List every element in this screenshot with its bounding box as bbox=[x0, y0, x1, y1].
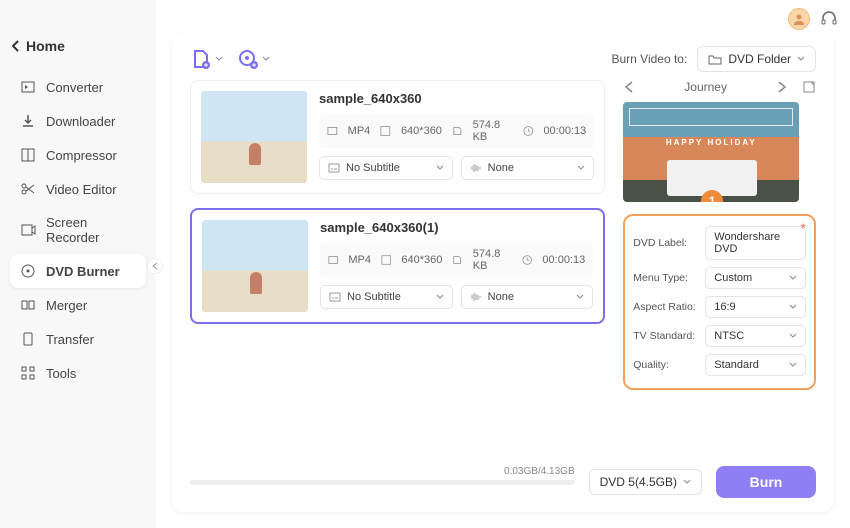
folder-icon bbox=[708, 52, 722, 66]
file-name: sample_640x360(1) bbox=[320, 220, 593, 235]
clock-icon bbox=[523, 125, 534, 137]
template-name: Journey bbox=[684, 80, 727, 94]
format-icon bbox=[327, 125, 338, 137]
chevron-down-icon bbox=[789, 274, 797, 282]
chevron-down-icon bbox=[577, 164, 585, 172]
burn-to-label: Burn Video to: bbox=[611, 52, 687, 66]
audio-select[interactable]: None bbox=[461, 285, 594, 309]
file-thumbnail bbox=[202, 220, 308, 312]
user-avatar[interactable] bbox=[788, 8, 810, 30]
disc-icon bbox=[20, 263, 36, 279]
disc-type-select[interactable]: DVD 5(4.5GB) bbox=[589, 469, 702, 495]
menu-type-label: Menu Type: bbox=[633, 272, 699, 284]
sidebar-collapse-button[interactable] bbox=[147, 258, 163, 274]
sidebar-item-dvd-burner[interactable]: DVD Burner bbox=[10, 254, 146, 288]
chevron-down-icon bbox=[789, 361, 797, 369]
chevron-down-icon bbox=[436, 293, 444, 301]
chevron-down-icon bbox=[683, 478, 691, 486]
file-name: sample_640x360 bbox=[319, 91, 594, 106]
burn-button[interactable]: Burn bbox=[716, 466, 816, 498]
capacity-bar: 0.03GB/4.13GB bbox=[190, 480, 575, 485]
converter-icon bbox=[20, 79, 36, 95]
next-template-button[interactable] bbox=[774, 80, 788, 94]
template-preview[interactable]: HAPPY HOLIDAY 1 bbox=[623, 102, 799, 202]
audio-icon bbox=[470, 291, 482, 303]
sidebar-item-label: Screen Recorder bbox=[46, 215, 136, 245]
format-icon bbox=[328, 254, 338, 266]
sidebar-item-converter[interactable]: Converter bbox=[10, 70, 146, 104]
sidebar-item-compressor[interactable]: Compressor bbox=[10, 138, 146, 172]
clock-icon bbox=[522, 254, 532, 266]
dvd-settings: DVD Label: Wondershare DVD Menu Type: Cust… bbox=[623, 214, 816, 390]
edit-template-button[interactable] bbox=[802, 80, 816, 94]
sidebar-item-label: DVD Burner bbox=[46, 264, 120, 279]
sidebar-item-label: Tools bbox=[46, 366, 76, 381]
sidebar-item-downloader[interactable]: Downloader bbox=[10, 104, 146, 138]
sidebar: Home Converter Downloader Compressor Vid… bbox=[0, 0, 156, 528]
menu-type-select[interactable]: Custom bbox=[705, 267, 806, 289]
home-label: Home bbox=[26, 38, 65, 54]
filesize-icon bbox=[452, 125, 463, 137]
dvd-label-label: DVD Label: bbox=[633, 237, 699, 249]
home-back-button[interactable]: Home bbox=[0, 30, 156, 62]
transfer-icon bbox=[20, 331, 36, 347]
audio-icon bbox=[470, 162, 482, 174]
chevron-down-icon bbox=[215, 55, 223, 63]
subtitle-select[interactable]: No Subtitle bbox=[319, 156, 453, 180]
aspect-ratio-select[interactable]: 16:9 bbox=[705, 296, 806, 318]
prev-template-button[interactable] bbox=[623, 80, 637, 94]
file-card[interactable]: sample_640x360(1) MP4 640*360 574.8 KB 0… bbox=[190, 208, 605, 324]
merge-icon bbox=[20, 297, 36, 313]
chevron-down-icon bbox=[789, 303, 797, 311]
dvd-label-input[interactable]: Wondershare DVD bbox=[705, 226, 806, 260]
sidebar-item-screen-recorder[interactable]: Screen Recorder bbox=[10, 206, 146, 254]
support-icon[interactable] bbox=[820, 10, 838, 28]
scissors-icon bbox=[20, 181, 36, 197]
capacity-text: 0.03GB/4.13GB bbox=[504, 466, 575, 477]
subtitle-icon bbox=[328, 162, 340, 174]
audio-select[interactable]: None bbox=[461, 156, 595, 180]
file-list: sample_640x360 MP4 640*360 574.8 KB 00:0… bbox=[190, 80, 605, 390]
template-preview-text: HAPPY HOLIDAY bbox=[623, 138, 799, 147]
subtitle-icon bbox=[329, 291, 341, 303]
main-panel: Burn Video to: DVD Folder sample_640x360… bbox=[172, 34, 834, 512]
add-file-button[interactable] bbox=[190, 48, 223, 70]
burn-target-select[interactable]: DVD Folder bbox=[697, 46, 816, 72]
tv-standard-select[interactable]: NTSC bbox=[705, 325, 806, 347]
sidebar-item-label: Converter bbox=[46, 80, 103, 95]
filesize-icon bbox=[452, 254, 462, 266]
file-meta: MP4 640*360 574.8 KB 00:00:13 bbox=[320, 243, 593, 277]
quality-select[interactable]: Standard bbox=[705, 354, 806, 376]
tv-standard-label: TV Standard: bbox=[633, 330, 699, 342]
file-meta: MP4 640*360 574.8 KB 00:00:13 bbox=[319, 114, 594, 148]
file-thumbnail bbox=[201, 91, 307, 183]
quality-label: Quality: bbox=[633, 359, 699, 371]
sidebar-item-transfer[interactable]: Transfer bbox=[10, 322, 146, 356]
subtitle-select[interactable]: No Subtitle bbox=[320, 285, 453, 309]
aspect-ratio-label: Aspect Ratio: bbox=[633, 301, 699, 313]
sidebar-item-label: Video Editor bbox=[46, 182, 117, 197]
add-disc-button[interactable] bbox=[237, 48, 270, 70]
sidebar-item-label: Compressor bbox=[46, 148, 117, 163]
record-icon bbox=[20, 222, 36, 238]
burn-target-value: DVD Folder bbox=[728, 52, 791, 66]
resolution-icon bbox=[380, 125, 391, 137]
chevron-down-icon bbox=[789, 332, 797, 340]
sidebar-item-label: Transfer bbox=[46, 332, 94, 347]
compressor-icon bbox=[20, 147, 36, 163]
sidebar-item-label: Merger bbox=[46, 298, 87, 313]
chevron-down-icon bbox=[436, 164, 444, 172]
file-card[interactable]: sample_640x360 MP4 640*360 574.8 KB 00:0… bbox=[190, 80, 605, 194]
download-icon bbox=[20, 113, 36, 129]
tools-icon bbox=[20, 365, 36, 381]
chevron-down-icon bbox=[262, 55, 270, 63]
sidebar-item-tools[interactable]: Tools bbox=[10, 356, 146, 390]
sidebar-item-video-editor[interactable]: Video Editor bbox=[10, 172, 146, 206]
resolution-icon bbox=[381, 254, 391, 266]
sidebar-item-merger[interactable]: Merger bbox=[10, 288, 146, 322]
sidebar-item-label: Downloader bbox=[46, 114, 115, 129]
chevron-down-icon bbox=[576, 293, 584, 301]
chevron-down-icon bbox=[797, 55, 805, 63]
